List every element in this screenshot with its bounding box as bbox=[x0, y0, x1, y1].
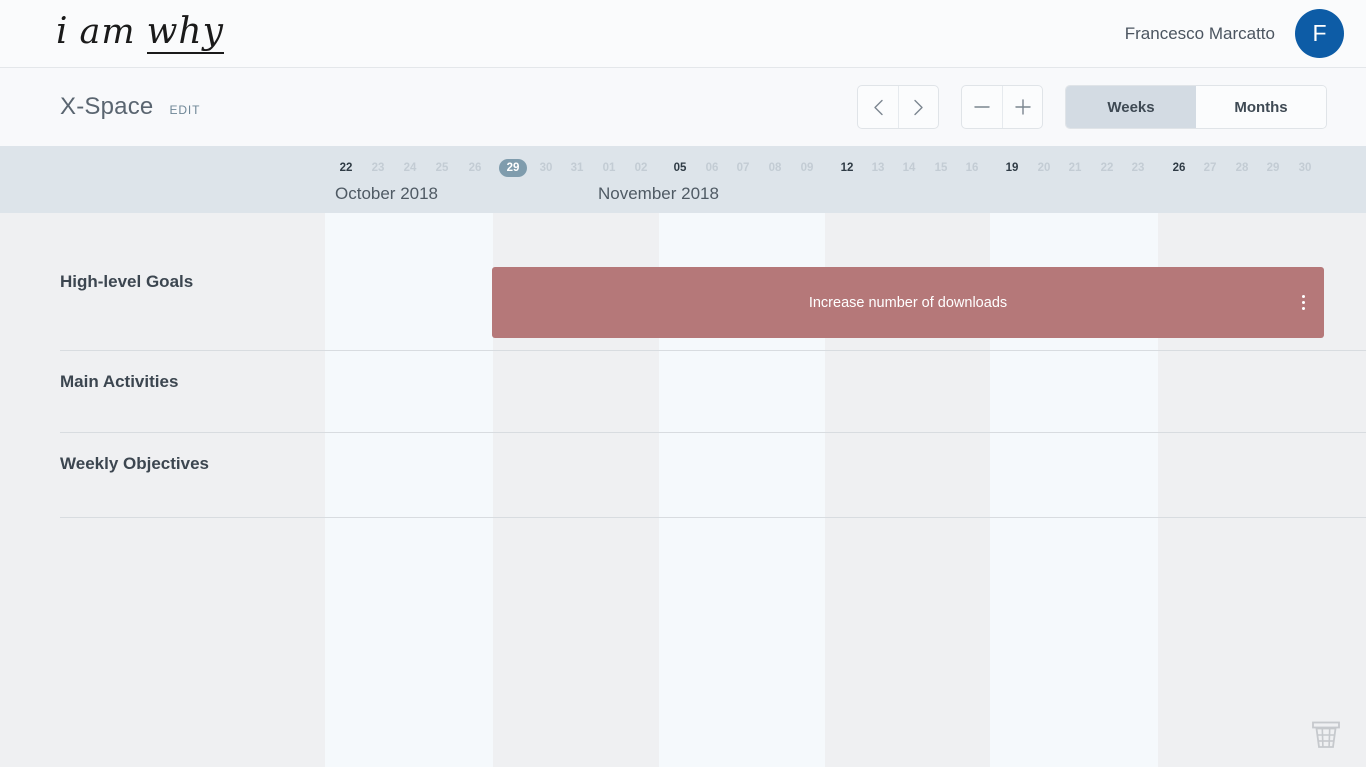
row-divider-0 bbox=[60, 350, 1366, 351]
ruler-day-20-21[interactable]: 20 bbox=[1033, 162, 1055, 174]
space-title-group: X-Space EDIT bbox=[60, 93, 200, 121]
ruler-day-21-22[interactable]: 21 bbox=[1064, 162, 1086, 174]
avatar[interactable]: F bbox=[1295, 9, 1344, 58]
row-divider-2 bbox=[60, 517, 1366, 518]
ruler-day-28-27[interactable]: 28 bbox=[1231, 162, 1253, 174]
ruler-day-25-3[interactable]: 25 bbox=[431, 162, 453, 174]
ruler-day-24-2[interactable]: 24 bbox=[399, 162, 421, 174]
ruler-day-27-26[interactable]: 27 bbox=[1199, 162, 1221, 174]
zoom-group bbox=[961, 85, 1043, 129]
ruler-month-label-0: October 2018 bbox=[335, 184, 439, 203]
ruler-day-01-8[interactable]: 01 bbox=[598, 162, 620, 174]
ruler-day-30-6[interactable]: 30 bbox=[535, 162, 557, 174]
trash-drop-target[interactable] bbox=[1306, 714, 1346, 754]
edit-space-link[interactable]: EDIT bbox=[169, 103, 200, 117]
ruler-day-14-17[interactable]: 14 bbox=[898, 162, 920, 174]
ruler-day-08-13[interactable]: 08 bbox=[764, 162, 786, 174]
user-menu[interactable]: Francesco Marcatto F bbox=[1125, 9, 1344, 58]
toolbar-controls: Weeks Months bbox=[857, 85, 1327, 129]
minus-icon bbox=[974, 106, 990, 108]
user-name-label: Francesco Marcatto bbox=[1124, 23, 1275, 43]
ruler-day-31-7[interactable]: 31 bbox=[566, 162, 588, 174]
grid-column-0[interactable] bbox=[325, 213, 493, 767]
ruler-day-22-23[interactable]: 22 bbox=[1096, 162, 1118, 174]
prev-period-button[interactable] bbox=[858, 86, 898, 128]
ruler-day-02-9[interactable]: 02 bbox=[630, 162, 652, 174]
row-label-main-activities: Main Activities bbox=[60, 372, 179, 391]
ruler-day-06-11[interactable]: 06 bbox=[701, 162, 723, 174]
ruler-day-15-18[interactable]: 15 bbox=[930, 162, 952, 174]
ruler-month-label-1: November 2018 bbox=[598, 184, 719, 203]
logo-word-why: why bbox=[146, 10, 224, 54]
row-label-high-level-goals: High-level Goals bbox=[60, 272, 194, 291]
row-divider-1 bbox=[60, 432, 1366, 433]
ruler-day-09-14[interactable]: 09 bbox=[796, 162, 818, 174]
ruler-day-23-1[interactable]: 23 bbox=[367, 162, 389, 174]
tab-weeks[interactable]: Weeks bbox=[1066, 86, 1196, 128]
chevron-right-icon bbox=[914, 99, 923, 115]
ruler-day-12-15[interactable]: 12 bbox=[836, 162, 858, 174]
space-toolbar: X-Space EDIT Weeks Months bbox=[0, 68, 1366, 146]
chevron-left-icon bbox=[873, 99, 883, 115]
goal-bar-increase-downloads[interactable]: Increase number of downloads bbox=[492, 267, 1324, 338]
zoom-out-button[interactable] bbox=[962, 86, 1002, 128]
date-ruler: 22 23 24 25 26 29 30 31 01 02 05 06 07 08 09 12 13 14 15 16… bbox=[0, 146, 1366, 213]
app-logo[interactable]: i am why bbox=[56, 10, 224, 54]
ruler-day-26-4[interactable]: 26 bbox=[464, 162, 486, 174]
ruler-day-26-25[interactable]: 26 bbox=[1168, 162, 1190, 174]
top-header-bar: i am why Francesco Marcatto F bbox=[0, 0, 1366, 68]
ruler-day-16-19[interactable]: 16 bbox=[961, 162, 983, 174]
goal-bar-label: Increase number of downloads bbox=[808, 294, 1008, 311]
kebab-menu-icon[interactable] bbox=[1294, 291, 1312, 315]
trash-icon bbox=[1312, 721, 1340, 748]
ruler-day-29-5[interactable]: 29 bbox=[499, 159, 527, 177]
tab-months[interactable]: Months bbox=[1196, 86, 1326, 128]
logo-word-am: am bbox=[79, 11, 136, 52]
zoom-in-button[interactable] bbox=[1002, 86, 1042, 128]
next-period-button[interactable] bbox=[898, 86, 938, 128]
page-title: X-Space bbox=[60, 93, 154, 120]
ruler-day-30-29[interactable]: 30 bbox=[1294, 162, 1316, 174]
ruler-day-29-28[interactable]: 29 bbox=[1262, 162, 1284, 174]
logo-word-i: i bbox=[56, 10, 69, 52]
ruler-day-19-20[interactable]: 19 bbox=[1001, 162, 1023, 174]
plus-icon bbox=[1014, 99, 1031, 115]
ruler-day-23-24[interactable]: 23 bbox=[1127, 162, 1149, 174]
view-mode-toggle: Weeks Months bbox=[1065, 85, 1327, 129]
ruler-day-07-12[interactable]: 07 bbox=[732, 162, 754, 174]
row-label-weekly-objectives: Weekly Objectives bbox=[60, 454, 209, 473]
timeline-nav-group bbox=[857, 85, 939, 129]
ruler-day-05-10[interactable]: 05 bbox=[669, 162, 691, 174]
ruler-day-22-0[interactable]: 22 bbox=[335, 162, 357, 174]
ruler-day-13-16[interactable]: 13 bbox=[867, 162, 889, 174]
